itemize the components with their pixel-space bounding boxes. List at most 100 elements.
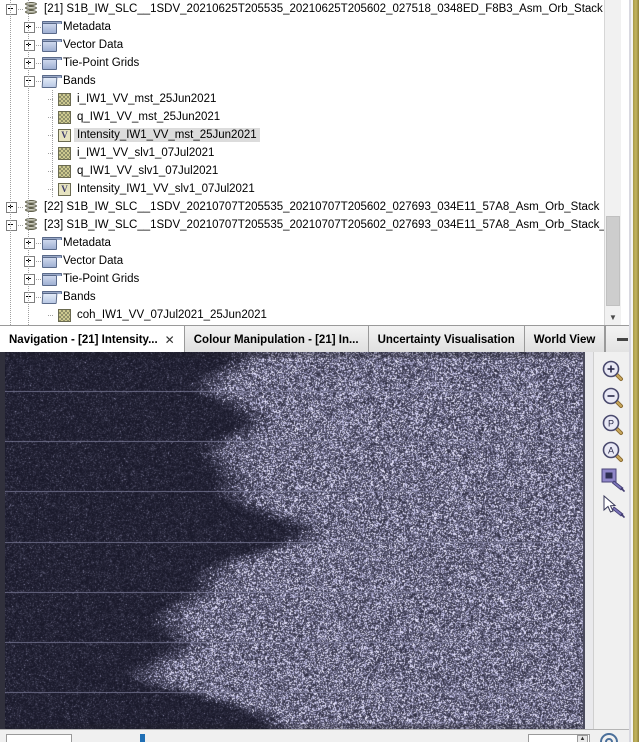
tree-node-b2[interactable]: q_IW1_VV_mst_25Jun2021 (0, 108, 621, 126)
tree-node-p23-bands[interactable]: Bands (0, 288, 621, 306)
status-bar[interactable]: ▲ (0, 729, 639, 742)
folder-icon (42, 272, 62, 286)
scan-line (5, 491, 585, 492)
sar-image-canvas[interactable] (5, 352, 585, 729)
band-icon (58, 146, 71, 160)
tab-0[interactable]: Navigation - [21] Intensity... ✕ (0, 326, 185, 353)
zoom-factor-field[interactable] (6, 734, 72, 742)
tree-node-b5[interactable]: q_IW1_VV_slv1_07Jul2021 (0, 162, 621, 180)
tree-node-b3[interactable]: V Intensity_IW1_VV_mst_25Jun2021 (0, 126, 621, 144)
tab-2[interactable]: Uncertainty Visualisation (368, 326, 525, 353)
tree-node-label: i_IW1_VV_mst_25Jun2021 (77, 93, 217, 105)
expand-toggle-icon[interactable] (24, 39, 35, 51)
tree-node-label: [23] S1B_IW_SLC__1SDV_20210707T205535_20… (44, 219, 621, 231)
zoom-pixel-icon[interactable]: P (598, 412, 628, 438)
tree-viewport[interactable]: [21] S1B_IW_SLC__1SDV_20210625T205535_20… (0, 0, 621, 325)
tree-row-list: [21] S1B_IW_SLC__1SDV_20210625T205535_20… (0, 0, 621, 324)
navigation-toolbar[interactable]: P A (593, 352, 632, 735)
zoom-slider-handle[interactable] (140, 734, 145, 742)
tree-node-label: Intensity_IW1_VV_mst_25Jun2021 (74, 128, 260, 142)
tree-leaf-connector (48, 98, 54, 100)
tree-node-label: q_IW1_VV_mst_25Jun2021 (77, 111, 221, 123)
tree-node-label: [22] S1B_IW_SLC__1SDV_20210707T205535_20… (44, 201, 600, 213)
tree-node-label: Tie-Point Grids (63, 57, 140, 69)
tree-leaf-connector (48, 170, 54, 172)
tree-node-label: Metadata (63, 237, 111, 249)
minimize-icon (617, 338, 629, 341)
folder-open-icon (41, 74, 62, 88)
tab-1[interactable]: Colour Manipulation - [21] In... (184, 326, 369, 353)
zoom-out-icon[interactable] (598, 385, 628, 411)
tree-leaf-connector (48, 134, 54, 136)
folder-icon (42, 254, 62, 268)
panel-tab-bar[interactable]: Navigation - [21] Intensity... ✕ Colour Ma… (0, 325, 639, 354)
tab-label: World View (533, 333, 596, 346)
collapse-toggle-icon[interactable] (6, 219, 17, 231)
product-icon (24, 200, 38, 214)
tab-3[interactable]: World View (524, 326, 606, 353)
world-map-icon[interactable] (600, 733, 618, 742)
tree-node-label: Intensity_IW1_VV_slv1_07Jul2021 (77, 183, 255, 195)
tree-node-p21-meta[interactable]: Metadata (0, 18, 621, 36)
tree-node-label: [21] S1B_IW_SLC__1SDV_20210625T205535_20… (44, 3, 603, 15)
zoom-spinner[interactable]: ▲ (528, 734, 590, 742)
product-icon (24, 218, 38, 232)
scrollbar-down-arrow-icon[interactable]: ▼ (605, 309, 621, 325)
zoom-in-icon[interactable] (598, 358, 628, 384)
tree-guide-line (52, 90, 53, 198)
navigation-panel[interactable]: P A (0, 352, 639, 735)
tree-node-p23-vector[interactable]: Vector Data (0, 252, 621, 270)
tree-node-p22[interactable]: [22] S1B_IW_SLC__1SDV_20210707T205535_20… (0, 198, 621, 216)
folder-icon (42, 236, 62, 250)
tree-guide-line (28, 0, 29, 325)
tree-node-label: Tie-Point Grids (63, 273, 140, 285)
sar-speckle-raster[interactable] (5, 352, 585, 729)
scrollbar-thumb[interactable] (606, 216, 620, 306)
scan-line (5, 391, 585, 392)
folder-icon (42, 56, 62, 70)
collapse-toggle-icon[interactable] (24, 291, 35, 303)
tree-leaf-connector (48, 314, 54, 316)
expand-toggle-icon[interactable] (24, 273, 35, 285)
tree-node-p21-vector[interactable]: Vector Data (0, 36, 621, 54)
tree-node-p21-bands[interactable]: Bands (0, 72, 621, 90)
tree-node-label: Metadata (63, 21, 111, 33)
scan-line (5, 642, 585, 643)
tree-node-p23-tpg[interactable]: Tie-Point Grids (0, 270, 621, 288)
tab-close-icon[interactable]: ✕ (165, 334, 175, 346)
tree-node-p23[interactable]: [23] S1B_IW_SLC__1SDV_20210707T205535_20… (0, 216, 621, 234)
tree-leaf-connector (48, 116, 54, 118)
window-right-edge (631, 0, 639, 742)
collapse-toggle-icon[interactable] (6, 3, 17, 15)
collapse-toggle-icon[interactable] (24, 75, 35, 87)
tree-node-b7[interactable]: coh_IW1_VV_07Jul2021_25Jun2021 (0, 306, 621, 324)
expand-toggle-icon[interactable] (24, 57, 35, 69)
tree-node-b4[interactable]: i_IW1_VV_slv1_07Jul2021 (0, 144, 621, 162)
expand-toggle-icon[interactable] (24, 255, 35, 267)
folder-icon (42, 38, 62, 52)
tree-node-b6[interactable]: V Intensity_IW1_VV_slv1_07Jul2021 (0, 180, 621, 198)
spinner-up-arrow-icon[interactable]: ▲ (577, 735, 588, 742)
tree-vertical-scrollbar[interactable]: ▼ (604, 0, 621, 325)
tree-guide-line (10, 0, 11, 325)
folder-icon (42, 20, 62, 34)
tree-node-label: q_IW1_VV_slv1_07Jul2021 (77, 165, 219, 177)
band-icon (58, 308, 71, 322)
tree-node-label: Vector Data (63, 255, 124, 267)
expand-toggle-icon[interactable] (6, 201, 17, 213)
snap-application-window: [21] S1B_IW_SLC__1SDV_20210625T205535_20… (0, 0, 639, 742)
scan-line (5, 542, 585, 543)
tree-node-b1[interactable]: i_IW1_VV_mst_25Jun2021 (0, 90, 621, 108)
expand-toggle-icon[interactable] (24, 21, 35, 33)
zoom-all-icon[interactable]: A (598, 439, 628, 465)
tab-label: Navigation - [21] Intensity... (9, 333, 158, 346)
view-gutter (585, 352, 593, 729)
expand-toggle-icon[interactable] (24, 237, 35, 249)
tree-node-p21[interactable]: [21] S1B_IW_SLC__1SDV_20210625T205535_20… (0, 0, 621, 18)
tree-node-p21-tpg[interactable]: Tie-Point Grids (0, 54, 621, 72)
tree-node-p23-meta[interactable]: Metadata (0, 234, 621, 252)
tree-node-label: Bands (63, 75, 96, 87)
sync-cursor-icon[interactable] (598, 493, 628, 519)
product-explorer-tree[interactable]: [21] S1B_IW_SLC__1SDV_20210625T205535_20… (0, 0, 639, 325)
sync-views-icon[interactable] (598, 466, 628, 492)
